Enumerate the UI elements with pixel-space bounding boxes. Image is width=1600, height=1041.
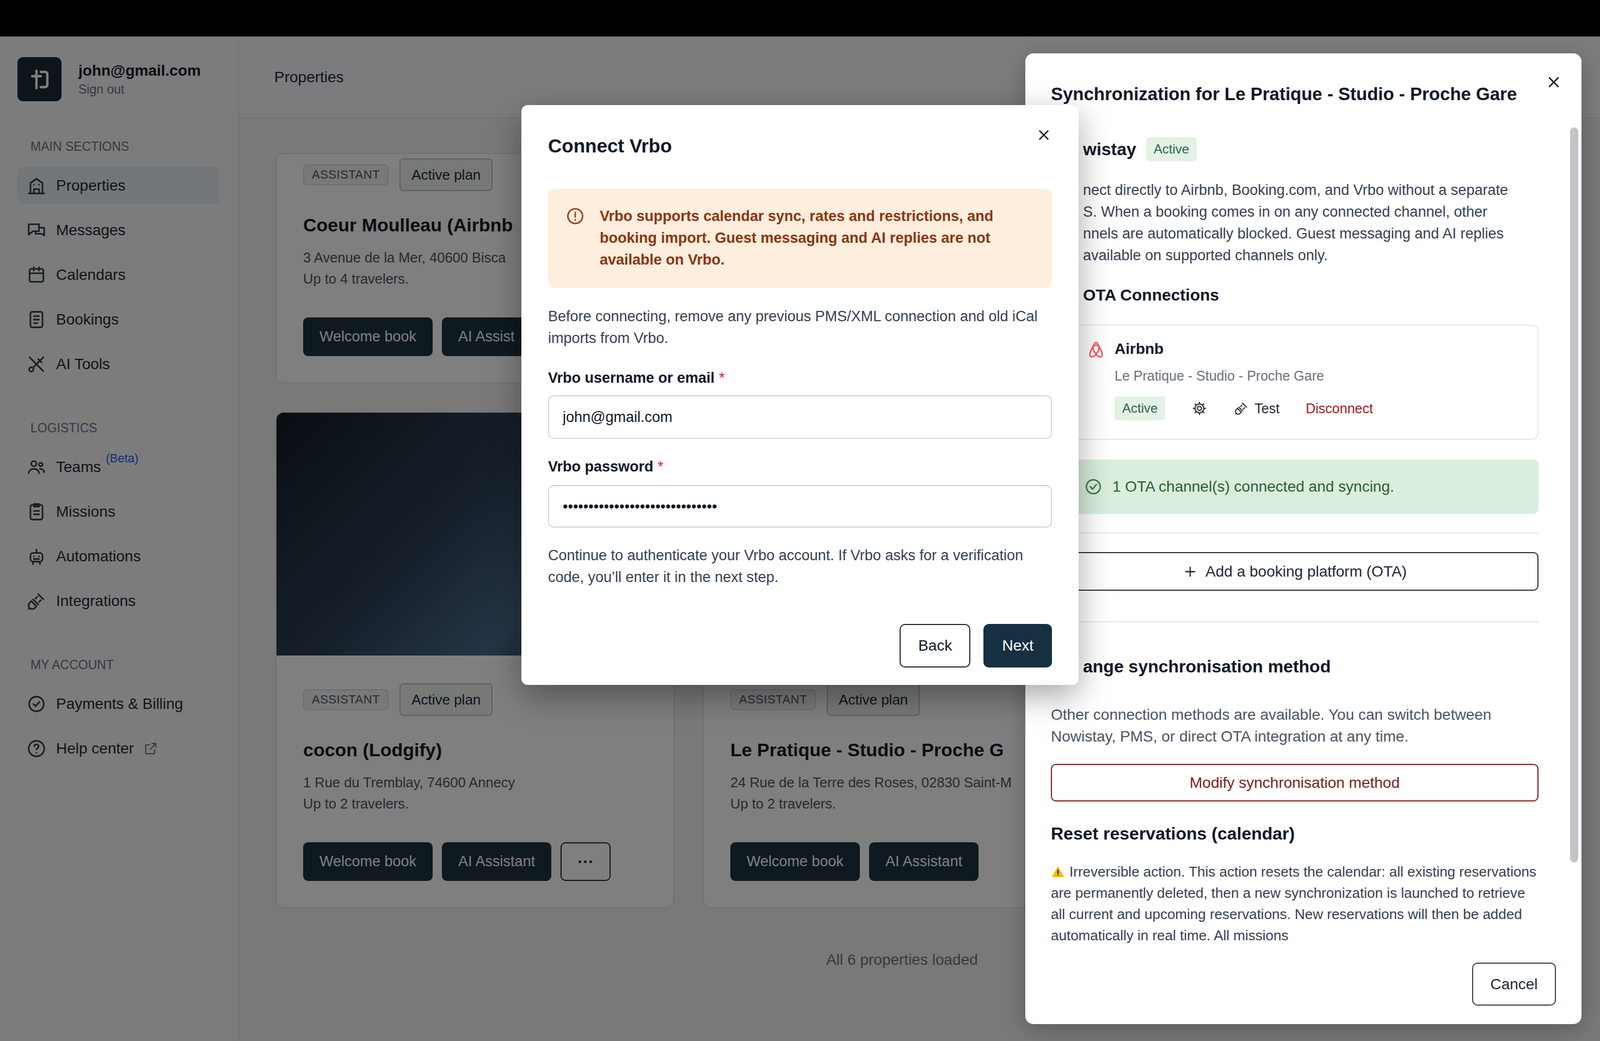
scrollbar[interactable]: [1570, 127, 1579, 951]
test-button[interactable]: Test: [1233, 400, 1280, 417]
ota-connection-card: Airbnb Le Pratique - Studio - Proche Gare…: [1050, 324, 1539, 440]
divider: [1050, 532, 1539, 534]
drawer-footer: Cancel: [1025, 950, 1582, 1024]
test-label: Test: [1254, 400, 1280, 417]
warning-icon: [1050, 864, 1066, 879]
reset-title: Reset reservations (calendar): [1050, 821, 1539, 845]
provider-description: nect directly to Airbnb, Booking.com, an…: [1050, 179, 1539, 267]
drawer-header: Synchronization for Le Pratique - Studio…: [1025, 53, 1582, 128]
reset-warning-text: Irreversible action. This action resets …: [1050, 863, 1537, 944]
provider-row: wistay Active: [1050, 137, 1539, 162]
dialog-actions: Back Next: [548, 623, 1052, 668]
description-line: nect directly to Airbnb, Booking.com, an…: [1082, 179, 1539, 201]
disconnect-button[interactable]: Disconnect: [1305, 400, 1374, 417]
field-label: Vrbo username or email*: [548, 366, 1052, 389]
check-circle-icon: [1084, 477, 1103, 496]
form-field: Vrbo password*: [548, 455, 1052, 528]
method-description: Other connection methods are available. …: [1050, 703, 1539, 748]
connect-vrbo-dialog: Connect Vrbo Vrbo supports calendar sync,…: [521, 105, 1079, 685]
connection-name: Airbnb: [1114, 339, 1374, 359]
connection-status-badge: Active: [1114, 396, 1166, 421]
dialog-intro: Before connecting, remove any previous P…: [548, 305, 1052, 349]
vrbo-notice: Vrbo supports calendar sync, rates and r…: [548, 188, 1052, 288]
plus-icon: [1182, 563, 1198, 580]
cancel-button[interactable]: Cancel: [1472, 962, 1556, 1006]
drawer-scroll-area: wistay Active nect directly to Airbnb, Boo…: [1025, 127, 1582, 951]
sync-summary-text: 1 OTA channel(s) connected and syncing.: [1112, 475, 1395, 498]
provider-name: wistay: [1082, 139, 1137, 160]
close-icon[interactable]: [1545, 73, 1563, 91]
plug-icon: [1233, 400, 1249, 416]
modify-method-button[interactable]: Modify synchronisation method: [1050, 763, 1539, 802]
drawer-content: wistay Active nect directly to Airbnb, Boo…: [1050, 127, 1539, 951]
dialog-hint: Continue to authenticate your Vrbo accou…: [548, 544, 1052, 588]
connection-info: Airbnb Le Pratique - Studio - Proche Gare…: [1114, 339, 1374, 421]
form-field: Vrbo username or email*: [548, 366, 1052, 439]
scrollbar-thumb[interactable]: [1570, 127, 1579, 863]
sync-drawer: Synchronization for Le Pratique - Studio…: [1025, 53, 1582, 1024]
airbnb-logo-icon: [1085, 339, 1107, 361]
alert-circle-icon: [565, 206, 586, 226]
connections-title: OTA Connections: [1050, 284, 1539, 306]
divider: [1050, 620, 1539, 623]
text-input[interactable]: [548, 484, 1052, 528]
back-button[interactable]: Back: [899, 623, 971, 668]
notice-text: Vrbo supports calendar sync, rates and r…: [599, 205, 1035, 271]
description-line: S. When a booking comes in on any connec…: [1082, 200, 1539, 223]
sync-summary: 1 OTA channel(s) connected and syncing.: [1050, 459, 1539, 514]
connection-actions: Active Test Disconnect: [1114, 396, 1374, 421]
add-ota-label: Add a booking platform (OTA): [1205, 562, 1407, 581]
reset-warning: Irreversible action. This action resets …: [1050, 860, 1539, 946]
description-line: nnels are automatically blocked. Guest m…: [1082, 222, 1539, 245]
connection-listing: Le Pratique - Studio - Proche Gare: [1114, 366, 1374, 385]
add-ota-button[interactable]: Add a booking platform (OTA): [1050, 551, 1539, 591]
description-line: available on supported channels only.: [1082, 244, 1539, 267]
provider-status-badge: Active: [1146, 137, 1197, 162]
required-marker: *: [718, 369, 725, 386]
gear-icon[interactable]: [1191, 400, 1208, 417]
close-icon[interactable]: [1035, 126, 1052, 144]
drawer-title: Synchronization for Le Pratique - Studio…: [1050, 82, 1517, 106]
dialog-title: Connect Vrbo: [548, 133, 673, 158]
dialog-header: Connect Vrbo: [548, 133, 1052, 158]
next-button[interactable]: Next: [983, 623, 1052, 668]
field-label: Vrbo password*: [548, 455, 1052, 478]
method-title: ange synchronisation method: [1050, 654, 1539, 678]
app-window: john@gmail.comSign outMAIN SECTIONSPrope…: [0, 0, 1600, 1041]
text-input[interactable]: [548, 395, 1052, 439]
required-marker: *: [657, 458, 664, 475]
